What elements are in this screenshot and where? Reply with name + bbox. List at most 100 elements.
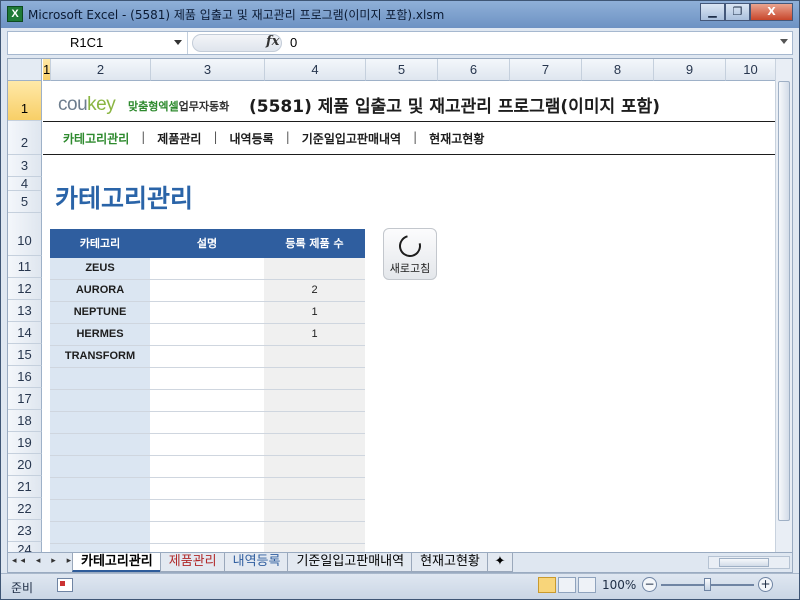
count-cell[interactable] [264, 434, 365, 455]
description-cell[interactable] [150, 258, 264, 279]
row-header[interactable]: 24 [8, 542, 42, 552]
count-cell[interactable]: 1 [264, 324, 365, 345]
description-cell[interactable] [150, 412, 264, 433]
category-cell[interactable]: HERMES [50, 324, 150, 345]
select-all-corner[interactable] [8, 59, 42, 81]
category-cell[interactable] [50, 434, 150, 455]
row-header[interactable]: 3 [8, 155, 42, 177]
name-box-dropdown-icon[interactable] [174, 40, 182, 45]
description-cell[interactable] [150, 390, 264, 411]
column-header[interactable]: 7 [510, 59, 582, 81]
category-cell[interactable] [50, 478, 150, 499]
page-layout-view-icon[interactable] [558, 577, 576, 593]
name-box[interactable]: R1C1 [8, 32, 188, 54]
horizontal-scrollbar[interactable] [708, 556, 790, 569]
header-product-count[interactable]: 등록 제품 수 [264, 229, 365, 258]
category-cell[interactable]: ZEUS [50, 258, 150, 279]
description-cell[interactable] [150, 500, 264, 521]
zoom-in-button[interactable]: + [758, 577, 773, 592]
row-header[interactable]: 18 [8, 410, 42, 432]
count-cell[interactable] [264, 544, 365, 552]
column-header[interactable]: 1 [43, 59, 51, 81]
count-cell[interactable]: 2 [264, 280, 365, 301]
description-cell[interactable] [150, 368, 264, 389]
zoom-slider-thumb[interactable] [704, 578, 711, 591]
description-cell[interactable] [150, 456, 264, 477]
row-header[interactable]: 2 [8, 121, 42, 155]
horizontal-scroll-thumb[interactable] [719, 558, 769, 567]
count-cell[interactable] [264, 522, 365, 543]
row-header[interactable]: 21 [8, 476, 42, 498]
category-cell[interactable] [50, 390, 150, 411]
description-cell[interactable] [150, 324, 264, 345]
normal-view-icon[interactable] [538, 577, 556, 593]
refresh-button[interactable]: 새로고침 [383, 228, 437, 280]
restore-button[interactable]: ❐ [725, 3, 750, 21]
column-header[interactable]: 5 [366, 59, 438, 81]
category-cell[interactable] [50, 456, 150, 477]
category-cell[interactable] [50, 522, 150, 543]
count-cell[interactable] [264, 390, 365, 411]
close-button[interactable]: X [750, 3, 793, 21]
category-cell[interactable] [50, 368, 150, 389]
nav-history-link[interactable]: 내역등록 [230, 130, 274, 147]
count-cell[interactable] [264, 456, 365, 477]
row-header[interactable]: 14 [8, 322, 42, 344]
row-header[interactable]: 13 [8, 300, 42, 322]
row-header[interactable]: 15 [8, 344, 42, 366]
category-cell[interactable] [50, 544, 150, 552]
row-header[interactable]: 12 [8, 278, 42, 300]
tab-category[interactable]: 카테고리관리 [72, 553, 162, 572]
zoom-out-button[interactable]: − [642, 577, 657, 592]
description-cell[interactable] [150, 522, 264, 543]
row-header[interactable]: 11 [8, 256, 42, 278]
expand-formula-bar-icon[interactable] [780, 39, 788, 44]
tab-history[interactable]: 내역등록 [223, 553, 290, 572]
description-cell[interactable] [150, 302, 264, 323]
category-cell[interactable]: AURORA [50, 280, 150, 301]
tab-stock[interactable]: 현재고현황 [411, 553, 489, 572]
count-cell[interactable] [264, 412, 365, 433]
category-cell[interactable] [50, 500, 150, 521]
record-macro-icon[interactable] [57, 578, 73, 592]
category-cell[interactable] [50, 412, 150, 433]
nav-product-link[interactable]: 제품관리 [157, 130, 201, 147]
count-cell[interactable]: 1 [264, 302, 365, 323]
header-description[interactable]: 설명 [150, 229, 264, 258]
insert-function-icon[interactable]: fx [266, 34, 279, 49]
description-cell[interactable] [150, 280, 264, 301]
description-cell[interactable] [150, 544, 264, 552]
column-header[interactable]: 3 [151, 59, 265, 81]
zoom-level[interactable]: 100% [602, 578, 636, 592]
row-header[interactable]: 4 [8, 177, 42, 191]
column-header[interactable]: 4 [265, 59, 366, 81]
minimize-button[interactable]: ▁ [700, 3, 725, 21]
description-cell[interactable] [150, 434, 264, 455]
formula-input[interactable]: 0 [290, 32, 297, 54]
column-header[interactable]: 6 [438, 59, 510, 81]
count-cell[interactable] [264, 500, 365, 521]
nav-category-link[interactable]: 카테고리관리 [63, 130, 129, 147]
row-header[interactable]: 10 [8, 213, 42, 256]
row-header[interactable]: 5 [8, 191, 42, 213]
category-cell[interactable]: TRANSFORM [50, 346, 150, 367]
insert-sheet-icon[interactable]: ✦ [486, 553, 513, 572]
row-header[interactable]: 20 [8, 454, 42, 476]
category-cell[interactable]: NEPTUNE [50, 302, 150, 323]
column-header[interactable]: 2 [51, 59, 151, 81]
vertical-scroll-thumb[interactable] [778, 81, 790, 521]
count-cell[interactable] [264, 258, 365, 279]
vertical-scrollbar[interactable] [775, 59, 792, 552]
row-header[interactable]: 1 [8, 81, 42, 121]
row-header[interactable]: 19 [8, 432, 42, 454]
nav-stock-link[interactable]: 현재고현황 [429, 130, 484, 147]
column-header[interactable]: 8 [582, 59, 654, 81]
nav-inout-link[interactable]: 기준일입고판매내역 [302, 130, 401, 147]
count-cell[interactable] [264, 478, 365, 499]
row-header[interactable]: 23 [8, 520, 42, 542]
tab-inout[interactable]: 기준일입고판매내역 [287, 553, 414, 572]
row-header[interactable]: 22 [8, 498, 42, 520]
row-header[interactable]: 16 [8, 366, 42, 388]
count-cell[interactable] [264, 368, 365, 389]
excel-app-icon[interactable]: X [7, 6, 23, 22]
